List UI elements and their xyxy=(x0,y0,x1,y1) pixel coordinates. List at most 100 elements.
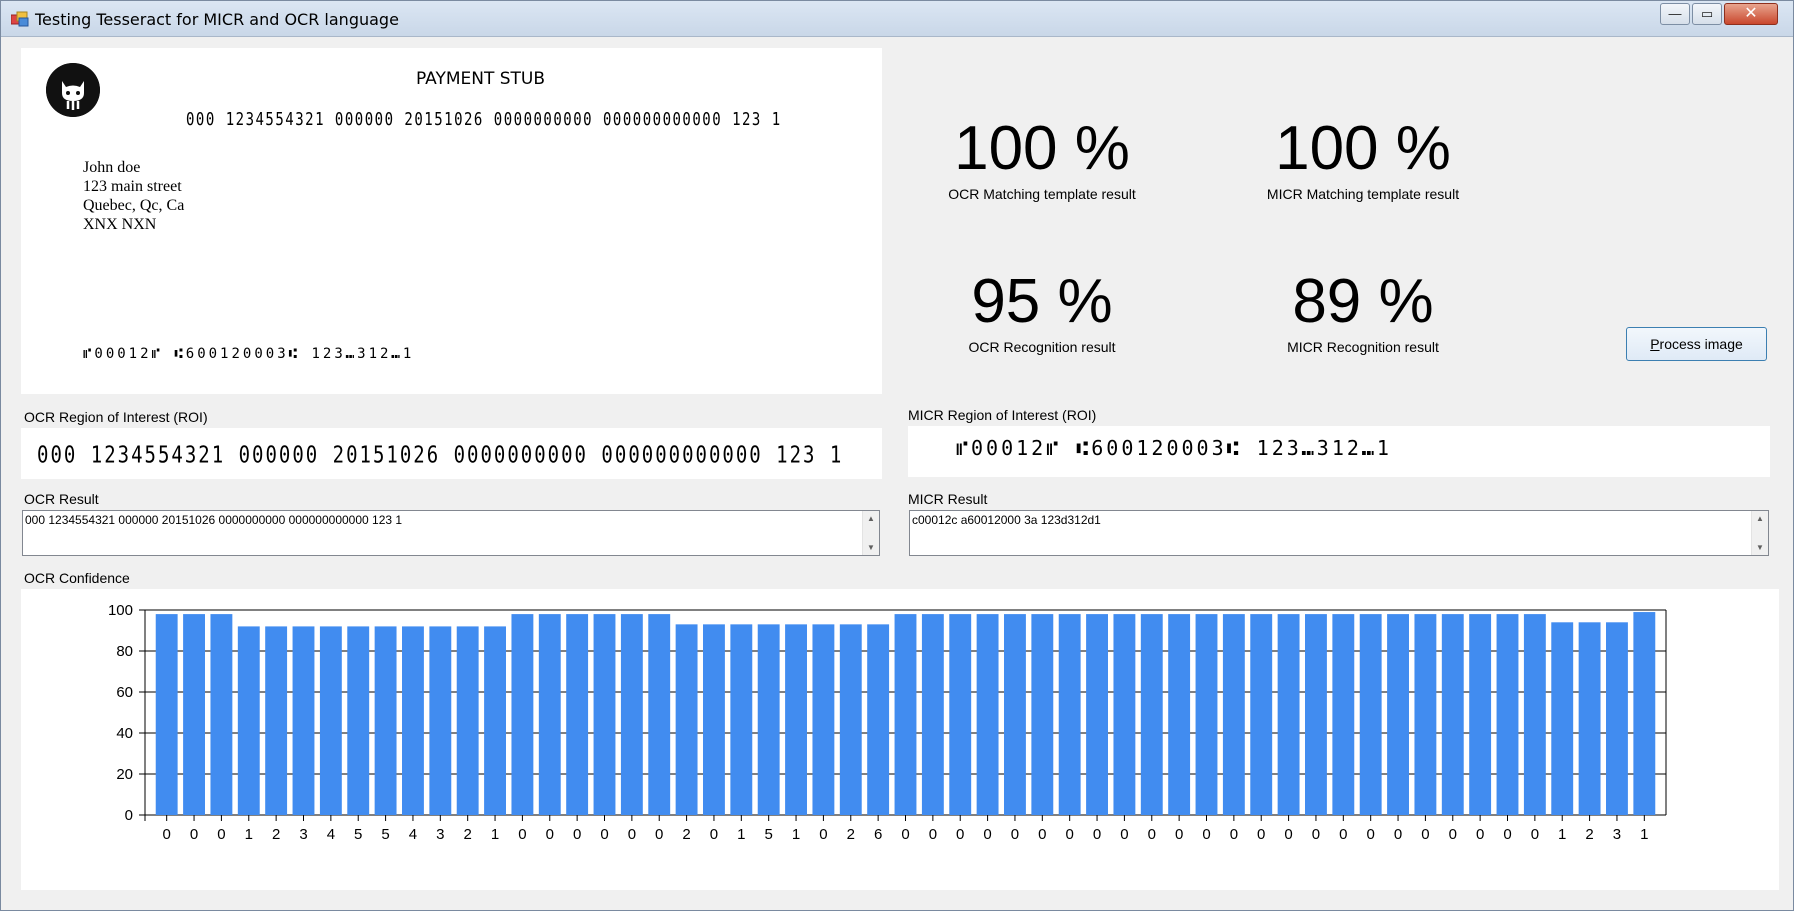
bar xyxy=(1633,612,1656,815)
address-block: John doe 123 main street Quebec, Qc, Ca … xyxy=(83,158,184,234)
payment-stub-image: PAYMENT STUB 000 1234554321 000000 20151… xyxy=(21,48,882,394)
bar xyxy=(511,614,534,815)
bar xyxy=(210,614,233,815)
x-tick-label: 3 xyxy=(299,826,307,843)
bar xyxy=(1222,614,1245,815)
x-tick-label: 0 xyxy=(1284,826,1292,843)
x-tick-label: 0 xyxy=(710,826,718,843)
scroll-up-icon[interactable]: ▲ xyxy=(1752,514,1768,523)
bar xyxy=(1578,622,1601,815)
ocr-result-scrollbar[interactable]: ▲ ▼ xyxy=(862,511,879,555)
minimize-button[interactable]: — xyxy=(1660,3,1690,25)
stub-ocr-line: 000 1234554321 000000 20151026 000000000… xyxy=(186,110,782,130)
x-tick-label: 2 xyxy=(847,826,855,843)
ocr-template-value: 100 % xyxy=(954,114,1130,183)
x-tick-label: 0 xyxy=(901,826,909,843)
micr-recognition-label: MICR Recognition result xyxy=(1287,339,1439,355)
micr-result-label: MICR Result xyxy=(908,491,988,507)
window-title: Testing Tesseract for MICR and OCR langu… xyxy=(35,10,399,29)
bar xyxy=(839,624,862,815)
client-area: PAYMENT STUB 000 1234554321 000000 20151… xyxy=(9,38,1787,904)
ocr-result-textbox[interactable]: 000 1234554321 000000 20151026 000000000… xyxy=(22,510,880,556)
bar xyxy=(1058,614,1081,815)
scroll-down-icon[interactable]: ▼ xyxy=(863,543,879,552)
x-tick-label: 0 xyxy=(655,826,663,843)
x-tick-label: 5 xyxy=(354,826,362,843)
bar xyxy=(648,614,671,815)
x-tick-label: 0 xyxy=(217,826,225,843)
x-tick-label: 4 xyxy=(327,826,335,843)
bar xyxy=(538,614,561,815)
process-button-label: rocess image xyxy=(1659,336,1743,352)
x-tick-label: 0 xyxy=(1230,826,1238,843)
bar xyxy=(237,626,260,815)
y-tick-label: 60 xyxy=(116,684,133,701)
bar xyxy=(1332,614,1355,815)
process-button-accel: P xyxy=(1650,336,1660,352)
x-tick-label: 0 xyxy=(1175,826,1183,843)
bar xyxy=(1086,614,1108,815)
title-bar[interactable]: Testing Tesseract for MICR and OCR langu… xyxy=(1,1,1793,37)
bar xyxy=(155,614,178,815)
ocr-confidence-chart: 0 20 40 60 80 100 0 0 0 1 2 3 4 5 5 4 3 2 1 0 0 0 0 0 0 2 0 1 5 1 0 2 6 0… xyxy=(21,589,1779,890)
micr-result-text: c00012c a60012000 3a 123d312d1 xyxy=(912,513,1101,527)
x-tick-label: 1 xyxy=(792,826,800,843)
x-tick-label: 2 xyxy=(464,826,472,843)
bar xyxy=(1277,614,1300,815)
bar xyxy=(1551,622,1574,815)
y-tick-label: 40 xyxy=(116,725,133,742)
bar xyxy=(921,614,944,815)
x-tick-label: 0 xyxy=(819,826,827,843)
bar xyxy=(1387,614,1409,815)
micr-roi-image: ⑈00012⑈ ⑆600120003⑆ 123⑉312⑉1 xyxy=(908,426,1770,477)
scroll-down-icon[interactable]: ▼ xyxy=(1752,543,1768,552)
y-tick-label: 80 xyxy=(116,643,133,660)
bar xyxy=(456,626,479,815)
process-image-button[interactable]: Process image xyxy=(1626,327,1767,361)
x-tick-label: 0 xyxy=(1093,826,1101,843)
scroll-up-icon[interactable]: ▲ xyxy=(863,514,879,523)
micr-roi-text: ⑈00012⑈ ⑆600120003⑆ 123⑉312⑉1 xyxy=(956,436,1392,460)
maximize-button[interactable]: ▭ xyxy=(1692,3,1722,25)
x-tick-label: 0 xyxy=(546,826,554,843)
bar xyxy=(620,614,643,815)
x-tick-label: 2 xyxy=(272,826,280,843)
x-tick-label: 0 xyxy=(1394,826,1402,843)
maximize-icon: ▭ xyxy=(1700,6,1714,21)
x-tick-label: 0 xyxy=(1066,826,1074,843)
x-tick-label: 0 xyxy=(573,826,581,843)
bar xyxy=(1031,614,1054,815)
ocr-template-label: OCR Matching template result xyxy=(948,186,1136,202)
x-tick-label: 0 xyxy=(163,826,171,843)
x-tick-label: 0 xyxy=(600,826,608,843)
bar xyxy=(1359,614,1382,815)
micr-recognition-stat: 89 % MICR Recognition result xyxy=(1233,271,1493,356)
micr-result-scrollbar[interactable]: ▲ ▼ xyxy=(1751,511,1768,555)
bar xyxy=(1140,614,1163,815)
x-tick-label: 1 xyxy=(737,826,745,843)
x-tick-label: 0 xyxy=(1531,826,1539,843)
x-tick-label: 5 xyxy=(765,826,773,843)
x-tick-label: 1 xyxy=(1640,826,1648,843)
x-tick-label: 0 xyxy=(1202,826,1210,843)
x-tick-label: 0 xyxy=(628,826,636,843)
bar xyxy=(867,624,890,815)
x-tick-label: 3 xyxy=(436,826,444,843)
micr-roi-label: MICR Region of Interest (ROI) xyxy=(908,407,1097,423)
y-tick-label: 100 xyxy=(108,602,133,619)
address-line: John doe xyxy=(83,159,141,176)
stub-title: PAYMENT STUB xyxy=(415,69,546,89)
bar xyxy=(1469,614,1492,815)
x-tick-label: 0 xyxy=(1449,826,1457,843)
micr-result-textbox[interactable]: c00012c a60012000 3a 123d312d1 ▲ ▼ xyxy=(909,510,1769,556)
bar xyxy=(1606,622,1628,815)
address-line: Quebec, Qc, Ca xyxy=(83,197,185,214)
bar xyxy=(1195,614,1218,815)
bar xyxy=(675,624,698,815)
x-tick-label: 0 xyxy=(1476,826,1484,843)
bar xyxy=(1414,614,1437,815)
close-button[interactable]: ✕ xyxy=(1724,3,1778,25)
bar xyxy=(703,624,725,815)
x-tick-label: 4 xyxy=(409,826,417,843)
x-tick-label: 2 xyxy=(682,826,690,843)
